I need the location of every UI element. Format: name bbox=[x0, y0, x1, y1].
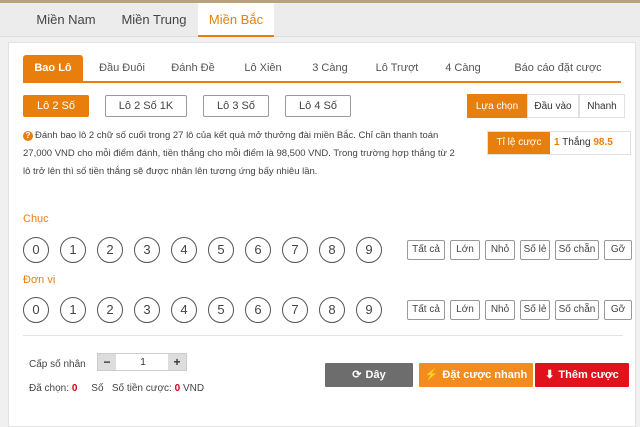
amount-currency: VND bbox=[182, 383, 205, 394]
description-line-3: lô trở lên thì số tiền thắng sẽ được nhâ… bbox=[23, 166, 318, 177]
tens-quick-3[interactable]: Số lẻ bbox=[520, 240, 550, 260]
tab-4-cang[interactable]: 4 Càng bbox=[437, 55, 489, 81]
units-number-1[interactable]: 1 bbox=[60, 297, 86, 323]
add-bet-label: Thêm cược bbox=[558, 369, 619, 381]
tab-mien-trung[interactable]: Miền Trung bbox=[110, 3, 198, 37]
units-number-4[interactable]: 4 bbox=[171, 297, 197, 323]
tab-danh-de[interactable]: Đánh Đề bbox=[163, 55, 223, 81]
units-number-5[interactable]: 5 bbox=[208, 297, 234, 323]
mode-lua-chon[interactable]: Lựa chọn bbox=[467, 94, 527, 118]
tab-dau-duoi[interactable]: Đầu Đuôi bbox=[91, 55, 153, 81]
game-type-tabs: Bao Lô Đầu Đuôi Đánh Đề Lô Xiên 3 Càng L… bbox=[23, 55, 621, 83]
sub-tab-lo-2-so-1k[interactable]: Lô 2 Số 1K bbox=[105, 95, 187, 117]
decrement-button[interactable]: − bbox=[98, 354, 116, 370]
units-number-0[interactable]: 0 bbox=[23, 297, 49, 323]
clear-button[interactable]: ⟳ Dây bbox=[325, 363, 413, 387]
row-label-tens: Chục bbox=[23, 213, 49, 225]
units-quick-0[interactable]: Tất cả bbox=[407, 300, 445, 320]
tens-quick-0[interactable]: Tất cả bbox=[407, 240, 445, 260]
amount-label: Số tiền cược: bbox=[111, 383, 172, 394]
units-number-7[interactable]: 7 bbox=[282, 297, 308, 323]
refresh-icon: ⟳ bbox=[352, 369, 362, 381]
units-number-2[interactable]: 2 bbox=[97, 297, 123, 323]
odds-label: Tỉ lệ cược bbox=[488, 132, 550, 154]
tens-number-7[interactable]: 7 bbox=[282, 237, 308, 263]
odds-value: 1 Thắng 98.5 bbox=[554, 132, 613, 154]
divider bbox=[23, 335, 623, 336]
tens-quick-1[interactable]: Lớn bbox=[450, 240, 480, 260]
mode-nhanh[interactable]: Nhanh bbox=[579, 94, 625, 118]
mode-dau-vao[interactable]: Đầu vào bbox=[527, 94, 579, 118]
betting-panel: Bao Lô Đầu Đuôi Đánh Đề Lô Xiên 3 Càng L… bbox=[8, 42, 636, 427]
units-number-3[interactable]: 3 bbox=[134, 297, 160, 323]
multiplier-stepper: − + bbox=[97, 353, 187, 371]
amount-value: 0 bbox=[174, 383, 181, 394]
bet-summary: Đã chọn: 0 Số Số tiền cược: 0 VND bbox=[29, 383, 204, 394]
tens-quick-4[interactable]: Số chẵn bbox=[555, 240, 599, 260]
tens-number-8[interactable]: 8 bbox=[319, 237, 345, 263]
game-description: ? Đánh bao lô 2 chữ số cuối trong 27 lô c… bbox=[23, 127, 493, 181]
help-icon: ? bbox=[23, 131, 33, 141]
tab-lo-xien[interactable]: Lô Xiên bbox=[235, 55, 291, 81]
bolt-icon: ⚡ bbox=[424, 369, 439, 381]
tab-lo-truot[interactable]: Lô Trượt bbox=[367, 55, 427, 81]
odds-prefix-num: 1 bbox=[554, 137, 560, 148]
tens-number-5[interactable]: 5 bbox=[208, 237, 234, 263]
arrow-down-icon: ⬇ bbox=[545, 369, 555, 381]
multiplier-label: Cấp số nhân bbox=[29, 359, 86, 370]
odds-box: Tỉ lệ cược 1 Thắng 98.5 bbox=[487, 131, 631, 155]
row-label-units: Đơn vị bbox=[23, 274, 56, 286]
selected-unit: Số bbox=[91, 383, 104, 394]
tens-number-0[interactable]: 0 bbox=[23, 237, 49, 263]
tens-quick-2[interactable]: Nhỏ bbox=[485, 240, 515, 260]
tens-number-4[interactable]: 4 bbox=[171, 237, 197, 263]
units-quick-1[interactable]: Lớn bbox=[450, 300, 480, 320]
selected-label: Đã chọn: bbox=[29, 383, 70, 394]
sub-tab-lo-2-so[interactable]: Lô 2 Số bbox=[23, 95, 89, 117]
units-number-8[interactable]: 8 bbox=[319, 297, 345, 323]
increment-button[interactable]: + bbox=[168, 354, 186, 370]
description-line-2: 27,000 VND cho mỗi điểm đánh, tiền thắng… bbox=[23, 148, 455, 159]
tens-number-3[interactable]: 3 bbox=[134, 237, 160, 263]
sub-tab-lo-4-so[interactable]: Lô 4 Số bbox=[285, 95, 351, 117]
description-line-1: Đánh bao lô 2 chữ số cuối trong 27 lô củ… bbox=[35, 130, 439, 141]
clear-label: Dây bbox=[365, 369, 386, 381]
units-quick-5[interactable]: Gỡ bbox=[604, 300, 632, 320]
selected-count: 0 bbox=[71, 383, 78, 394]
tab-mien-nam[interactable]: Miền Nam bbox=[22, 3, 110, 37]
tab-mien-bac[interactable]: Miền Bắc bbox=[198, 3, 274, 37]
add-bet-button[interactable]: ⬇ Thêm cược bbox=[535, 363, 629, 387]
tens-number-9[interactable]: 9 bbox=[356, 237, 382, 263]
tab-bao-lo[interactable]: Bao Lô bbox=[23, 55, 83, 81]
tab-3-cang[interactable]: 3 Càng bbox=[303, 55, 357, 81]
units-number-9[interactable]: 9 bbox=[356, 297, 382, 323]
tens-number-1[interactable]: 1 bbox=[60, 237, 86, 263]
tens-quick-5[interactable]: Gỡ bbox=[604, 240, 632, 260]
quick-bet-label: Đặt cược nhanh bbox=[442, 369, 528, 381]
sub-tab-lo-3-so[interactable]: Lô 3 Số bbox=[203, 95, 269, 117]
units-quick-4[interactable]: Số chẵn bbox=[555, 300, 599, 320]
tab-bao-cao-dat-cuoc[interactable]: Báo cáo đặt cược bbox=[499, 55, 617, 81]
tens-number-6[interactable]: 6 bbox=[245, 237, 271, 263]
units-quick-2[interactable]: Nhỏ bbox=[485, 300, 515, 320]
quick-bet-button[interactable]: ⚡ Đặt cược nhanh bbox=[419, 363, 533, 387]
odds-prefix-text: Thắng bbox=[562, 137, 591, 148]
units-quick-3[interactable]: Số lẻ bbox=[520, 300, 550, 320]
multiplier-input[interactable] bbox=[118, 354, 168, 370]
odds-number: 98.5 bbox=[593, 137, 613, 148]
region-tab-bar: Miền Nam Miền Trung Miền Bắc bbox=[0, 3, 640, 37]
tens-number-2[interactable]: 2 bbox=[97, 237, 123, 263]
units-number-6[interactable]: 6 bbox=[245, 297, 271, 323]
